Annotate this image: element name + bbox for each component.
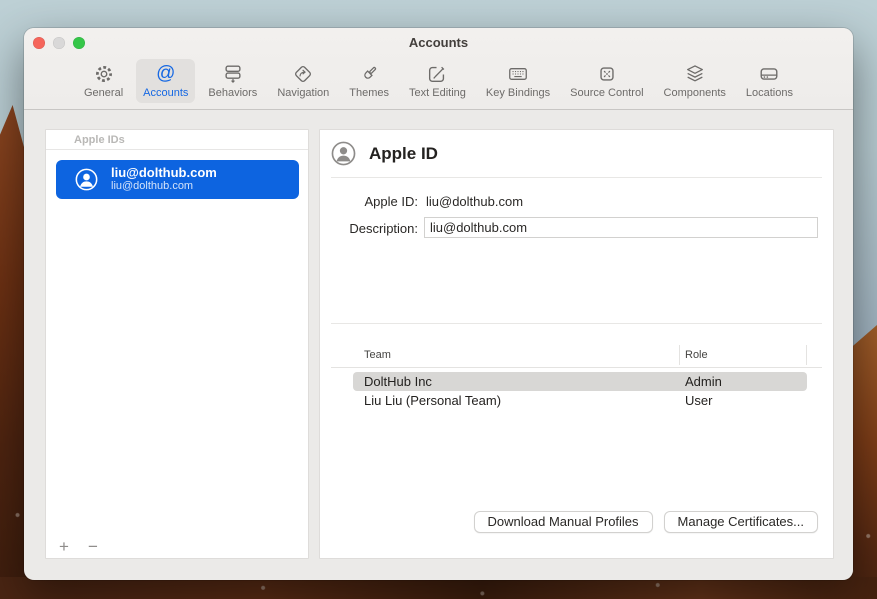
role-cell: User: [685, 393, 712, 408]
role-cell: Admin: [685, 374, 722, 389]
apple-id-avatar-icon: [331, 141, 356, 166]
tab-behaviors-label: Behaviors: [208, 87, 257, 99]
tab-locations[interactable]: Locations: [739, 59, 800, 103]
tab-navigation-label: Navigation: [277, 87, 329, 99]
account-subtitle: liu@dolthub.com: [111, 180, 193, 192]
tab-general[interactable]: General: [77, 59, 130, 103]
accounts-sidebar: Apple IDs liu@dolthub.com liu@dolthub.co…: [45, 129, 309, 559]
tab-themes[interactable]: Themes: [342, 59, 396, 103]
source-control-icon: [595, 62, 619, 86]
tab-key-bindings-label: Key Bindings: [486, 87, 550, 99]
behaviors-icon: [221, 62, 245, 86]
gear-icon: [92, 62, 116, 86]
sidebar-header: Apple IDs: [46, 130, 308, 150]
team-row[interactable]: Liu Liu (Personal Team) User: [353, 391, 807, 410]
tab-key-bindings[interactable]: Key Bindings: [479, 59, 557, 103]
apple-id-value: liu@dolthub.com: [426, 194, 523, 209]
divider: [331, 177, 822, 178]
tab-accounts-label: Accounts: [143, 87, 188, 99]
detail-buttons: Download Manual Profiles Manage Certific…: [474, 511, 818, 533]
sidebar-footer: + −: [56, 538, 101, 556]
paintbrush-icon: [357, 62, 381, 86]
keyboard-icon: [506, 62, 530, 86]
tab-navigation[interactable]: Navigation: [270, 59, 336, 103]
text-editing-icon: [425, 62, 449, 86]
remove-account-button[interactable]: −: [85, 538, 101, 556]
account-list-item[interactable]: liu@dolthub.com liu@dolthub.com: [56, 160, 299, 199]
tab-source-control[interactable]: Source Control: [563, 59, 650, 103]
tab-accounts[interactable]: @ Accounts: [136, 59, 195, 103]
tab-locations-label: Locations: [746, 87, 793, 99]
accounts-pane: Apple IDs liu@dolthub.com liu@dolthub.co…: [24, 111, 853, 580]
tab-general-label: General: [84, 87, 123, 99]
description-input[interactable]: [424, 217, 818, 238]
tab-behaviors[interactable]: Behaviors: [201, 59, 264, 103]
window-title: Accounts: [24, 35, 853, 50]
table-header-divider: [331, 367, 822, 368]
tab-source-control-label: Source Control: [570, 87, 643, 99]
preferences-tabstrip: General @ Accounts: [24, 56, 853, 110]
account-avatar-icon: [75, 168, 98, 191]
sidebar-header-label: Apple IDs: [74, 134, 125, 146]
account-title: liu@dolthub.com: [111, 165, 217, 180]
tab-text-editing[interactable]: Text Editing: [402, 59, 473, 103]
tab-components-label: Components: [664, 87, 726, 99]
download-manual-profiles-button[interactable]: Download Manual Profiles: [474, 511, 653, 533]
tab-components[interactable]: Components: [657, 59, 733, 103]
account-detail: Apple ID Apple ID: liu@dolthub.com Descr…: [319, 129, 834, 559]
apple-id-label: Apple ID:: [323, 194, 418, 209]
divider: [331, 323, 822, 324]
team-column-header[interactable]: Team: [364, 349, 391, 361]
detail-title: Apple ID: [369, 144, 438, 164]
navigation-icon: [291, 62, 315, 86]
manage-certificates-button[interactable]: Manage Certificates...: [664, 511, 818, 533]
window-chrome: Accounts General @ Accounts: [24, 28, 853, 110]
role-column-header[interactable]: Role: [685, 349, 708, 361]
team-row-selected[interactable]: DoltHub Inc Admin: [353, 372, 807, 391]
description-label: Description:: [323, 221, 418, 236]
at-icon: @: [154, 62, 178, 86]
tab-text-editing-label: Text Editing: [409, 87, 466, 99]
teams-table-header: Team Role: [353, 343, 807, 367]
add-account-button[interactable]: +: [56, 538, 72, 556]
preferences-window: Accounts General @ Accounts: [24, 28, 853, 580]
column-separator: [806, 345, 807, 365]
tab-themes-label: Themes: [349, 87, 389, 99]
drive-icon: [757, 62, 781, 86]
team-cell: Liu Liu (Personal Team): [364, 393, 501, 408]
desktop: Accounts General @ Accounts: [0, 0, 877, 599]
column-separator: [679, 345, 680, 365]
team-cell: DoltHub Inc: [364, 374, 432, 389]
layers-icon: [683, 62, 707, 86]
